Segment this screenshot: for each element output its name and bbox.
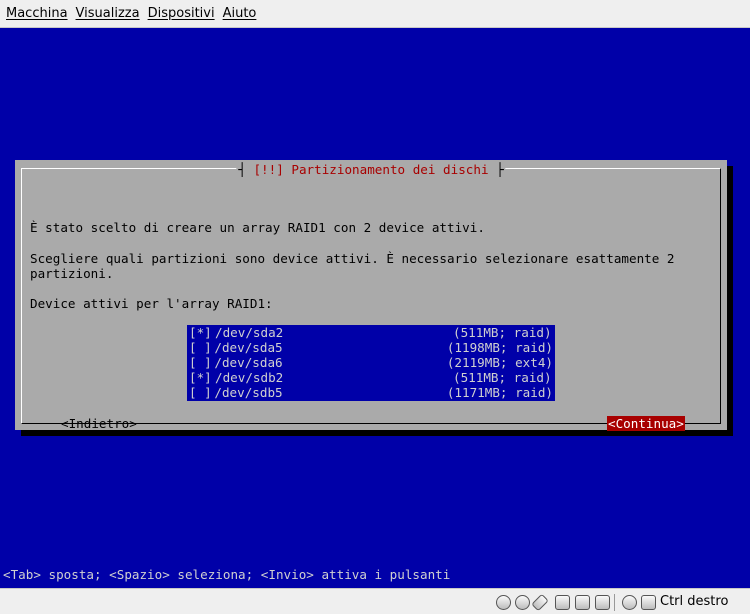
statusbar: Ctrl destro — [0, 588, 750, 614]
device-list[interactable]: [*]/dev/sda2 (511MB; raid) [ ]/dev/sda5 (1… — [187, 325, 555, 401]
display-icon[interactable] — [595, 595, 610, 610]
usb-icon[interactable] — [531, 593, 549, 612]
list-item[interactable]: [ ]/dev/sda6 (2119MB; ext4) — [189, 355, 553, 370]
dialog-message-2: Scegliere quali partizioni sono device a… — [30, 251, 675, 266]
help-line: <Tab> sposta; <Spazio> seleziona; <Invio… — [3, 567, 451, 582]
list-item[interactable]: [*]/dev/sdb2 (511MB; raid) — [189, 370, 553, 385]
checkbox[interactable]: [*] — [189, 370, 215, 385]
menu-visualizza[interactable]: Visualizza — [74, 6, 146, 21]
shared-folder-icon[interactable] — [575, 595, 590, 610]
menubar: Macchina Visualizza Dispositivi Aiuto — [0, 0, 750, 28]
device-name: /dev/sda2 — [215, 325, 284, 340]
menu-macchina[interactable]: Macchina — [4, 6, 74, 21]
menu-dispositivi[interactable]: Dispositivi — [146, 6, 221, 21]
checkbox[interactable]: [ ] — [189, 340, 214, 355]
dialog-title: ┤ [!!] Partizionamento dei dischi ├ — [236, 162, 506, 177]
statusbar-divider — [614, 594, 615, 611]
dialog-message-3: partizioni. — [30, 266, 114, 281]
list-item[interactable]: [ ]/dev/sda5 (1198MB; raid) — [189, 340, 553, 355]
continue-button[interactable]: <Continua> — [607, 416, 685, 431]
host-key-label: Ctrl destro — [660, 594, 729, 609]
device-info: (2119MB; ext4) — [446, 355, 553, 370]
checkbox[interactable]: [ ] — [189, 355, 214, 370]
device-info: (1171MB; raid) — [446, 385, 553, 400]
device-info: (1198MB; raid) — [446, 340, 553, 355]
list-item[interactable]: [ ]/dev/sdb5 (1171MB; raid) — [189, 385, 553, 400]
capture-icon[interactable] — [622, 595, 637, 610]
menu-aiuto[interactable]: Aiuto — [221, 6, 263, 21]
cd-icon[interactable] — [515, 595, 530, 610]
checkbox[interactable]: [*] — [189, 325, 215, 340]
device-info: (511MB; raid) — [453, 325, 552, 340]
back-button[interactable]: <Indietro> — [61, 416, 137, 431]
device-list-label: Device attivi per l'array RAID1: — [30, 296, 273, 311]
checkbox[interactable]: [ ] — [189, 385, 214, 400]
hard-disk-icon[interactable] — [496, 595, 511, 610]
device-name: /dev/sda5 — [214, 340, 283, 355]
device-name: /dev/sda6 — [214, 355, 283, 370]
vm-screen[interactable]: ┤ [!!] Partizionamento dei dischi ├ È st… — [0, 28, 750, 588]
list-item[interactable]: [*]/dev/sda2 (511MB; raid) — [189, 325, 553, 340]
network-icon[interactable] — [555, 595, 570, 610]
device-name: /dev/sdb2 — [215, 370, 284, 385]
dialog-message-1: È stato scelto di creare un array RAID1 … — [30, 220, 485, 235]
partitioning-dialog: ┤ [!!] Partizionamento dei dischi ├ È st… — [15, 160, 727, 431]
mouse-integration-icon[interactable] — [641, 595, 656, 610]
device-name: /dev/sdb5 — [214, 385, 283, 400]
device-info: (511MB; raid) — [453, 370, 552, 385]
